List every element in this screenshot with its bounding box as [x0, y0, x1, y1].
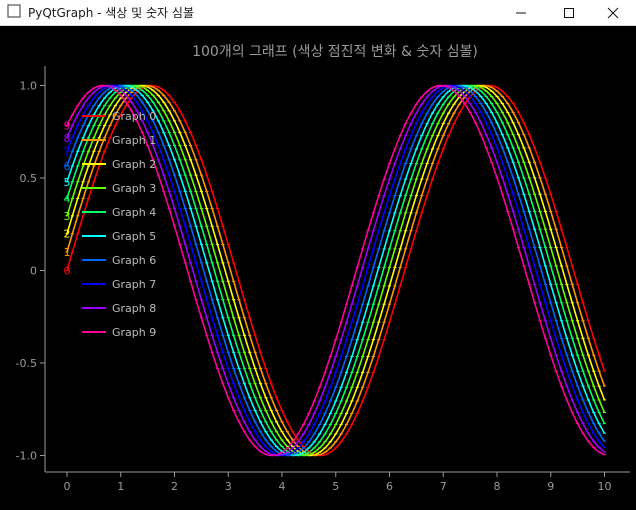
y-tick-label: -0.5	[16, 357, 37, 370]
close-button[interactable]	[590, 0, 636, 25]
minimize-button[interactable]	[498, 0, 544, 25]
window-title: PyQtGraph - 색상 및 숫자 심볼	[28, 6, 194, 20]
series-symbol-4: 4	[64, 192, 71, 205]
maximize-icon	[564, 7, 574, 18]
x-tick-label: 6	[386, 480, 393, 493]
y-tick-label: 1.0	[20, 80, 38, 93]
legend-label-3: Graph 3	[112, 182, 156, 195]
series-symbol-7: 7	[64, 145, 71, 158]
series-symbol-0: 0	[64, 265, 71, 278]
y-tick-label: -1.0	[16, 450, 37, 463]
legend-label-7: Graph 7	[112, 278, 156, 291]
x-tick-label: 7	[440, 480, 447, 493]
x-tick-label: 4	[279, 480, 286, 493]
app-icon	[7, 4, 21, 18]
series-symbol-2: 2	[64, 228, 71, 241]
series-symbol-6: 6	[64, 160, 71, 173]
close-icon	[607, 7, 619, 18]
legend-label-2: Graph 2	[112, 158, 156, 171]
legend-label-9: Graph 9	[112, 326, 156, 339]
chart-title: 100개의 그래프 (색상 점진적 변화 & 숫자 심볼)	[192, 44, 478, 60]
legend-label-0: Graph 0	[112, 110, 156, 123]
x-tick-label: 3	[225, 480, 232, 493]
series-symbol-5: 5	[64, 176, 71, 189]
x-tick-label: 9	[547, 480, 554, 493]
window-titlebar: PyQtGraph - 색상 및 숫자 심볼	[0, 0, 636, 26]
x-tick-label: 10	[598, 480, 612, 493]
x-tick-label: 0	[64, 480, 71, 493]
legend-label-1: Graph 1	[112, 134, 156, 147]
legend[interactable]: Graph 0 Graph 1 Graph 2 Graph 3 Graph 4 Graph…	[82, 110, 156, 339]
legend-label-8: Graph 8	[112, 302, 156, 315]
minimize-icon	[516, 12, 526, 13]
plot-widget[interactable]: 100개의 그래프 (색상 점진적 변화 & 숫자 심볼) 0123456789…	[0, 26, 636, 506]
x-tick-label: 8	[494, 480, 501, 493]
legend-label-5: Graph 5	[112, 230, 156, 243]
maximize-button[interactable]	[546, 0, 592, 25]
series-symbol-8: 8	[64, 132, 71, 145]
legend-label-4: Graph 4	[112, 206, 156, 219]
series-symbol-1: 1	[64, 246, 71, 259]
y-tick-label: 0	[30, 265, 37, 278]
series-symbol-3: 3	[64, 210, 71, 223]
series-symbol-9: 9	[64, 120, 71, 133]
legend-label-6: Graph 6	[112, 254, 156, 267]
x-tick-label: 2	[171, 480, 178, 493]
sine-chart[interactable]: 100개의 그래프 (색상 점진적 변화 & 숫자 심볼) 0123456789…	[0, 26, 636, 506]
x-tick-label: 1	[117, 480, 124, 493]
x-tick-label: 5	[332, 480, 339, 493]
y-tick-label: 0.5	[20, 172, 38, 185]
